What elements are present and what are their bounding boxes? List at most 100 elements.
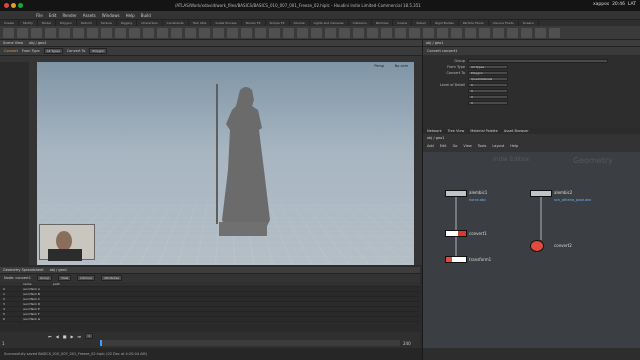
shelf-tool-icon[interactable]	[59, 28, 70, 38]
network-tab[interactable]: Network	[427, 129, 442, 133]
playhead[interactable]	[100, 340, 102, 346]
convert-to-select[interactable]: Polygon	[89, 48, 108, 54]
range-start[interactable]: 1	[2, 341, 5, 346]
play-icon[interactable]: ▶	[70, 334, 73, 339]
shelf-tool-icon[interactable]	[143, 28, 154, 38]
shelf-tool-icon[interactable]	[157, 28, 168, 38]
node-alembic2[interactable]	[530, 190, 552, 197]
viewport-path[interactable]: obj / geo1	[29, 41, 46, 45]
shelf-tool-icon[interactable]	[507, 28, 518, 38]
net-menu-tools[interactable]: Tools	[478, 144, 487, 148]
shelf-tab[interactable]: Volume	[290, 20, 310, 26]
convert-to-dropdown[interactable]: Polygon	[468, 71, 508, 75]
frame-scrubber[interactable]	[100, 340, 400, 346]
shelf-tool-icon[interactable]	[521, 28, 532, 38]
shelf-tab[interactable]: Particle Fluids	[459, 20, 489, 26]
column-header[interactable]	[0, 282, 20, 286]
shelf-tab[interactable]: Guide Process	[211, 20, 242, 26]
node-alembic1[interactable]	[445, 190, 467, 197]
params-path[interactable]: obj / geo1	[426, 41, 443, 45]
group-field[interactable]: Group	[36, 275, 53, 281]
shelf-tab[interactable]: Collisions	[349, 20, 372, 26]
stop-icon[interactable]: ■	[63, 334, 67, 339]
shelf-tool-icon[interactable]	[367, 28, 378, 38]
u-divisions-field[interactable]: 0	[468, 89, 508, 93]
shelf-tab[interactable]: Constraints	[163, 20, 189, 26]
node-convert2[interactable]	[530, 240, 544, 252]
last-frame-icon[interactable]: ⏭	[78, 334, 82, 339]
menu-render[interactable]: Render	[62, 13, 76, 18]
shelf-tab[interactable]: Particles	[372, 20, 394, 26]
lod-field[interactable]: 0	[468, 83, 508, 87]
shelf-tool-icon[interactable]	[353, 28, 364, 38]
shelf-tool-icon[interactable]	[45, 28, 56, 38]
menu-help[interactable]: Help	[126, 13, 135, 18]
viewport-tab[interactable]: Scene View	[3, 41, 23, 45]
shelf-tool-icon[interactable]	[255, 28, 266, 38]
menu-assets[interactable]: Assets	[83, 13, 96, 18]
shelf-tab[interactable]: Terrain FX	[242, 20, 266, 26]
view-menu[interactable]: View	[58, 275, 72, 281]
shelf-tool-icon[interactable]	[395, 28, 406, 38]
attributes-menu[interactable]: Attributes	[101, 275, 123, 281]
shelf-tool-icon[interactable]	[381, 28, 392, 38]
shelf-tool-icon[interactable]	[87, 28, 98, 38]
shelf-tab[interactable]: Hair Utils	[189, 20, 212, 26]
network-tab[interactable]: Material Palette	[470, 129, 497, 133]
net-menu-view[interactable]: View	[463, 144, 471, 148]
shelf-tab[interactable]: Grains	[393, 20, 413, 26]
connectivity-dropdown[interactable]: Quadrilaterals	[468, 77, 508, 81]
column-header[interactable]: path	[50, 282, 110, 286]
shelf-tab[interactable]: Oceans	[519, 20, 539, 26]
shelf-tool-icon[interactable]	[297, 28, 308, 38]
current-frame-field[interactable]: 1	[85, 333, 94, 339]
range-end[interactable]: 240	[403, 341, 411, 346]
menu-build[interactable]: Build	[141, 13, 151, 18]
net-menu-edit[interactable]: Edit	[440, 144, 447, 148]
shelf-tool-icon[interactable]	[129, 28, 140, 38]
from-type-select[interactable]: All Types	[43, 48, 63, 54]
table-row[interactable]: 6/ecc/Tank G	[0, 317, 420, 322]
shelf-tool-icon[interactable]	[73, 28, 84, 38]
shelf-tab[interactable]: Vellum	[412, 20, 432, 26]
group-input[interactable]	[468, 59, 608, 63]
network-path[interactable]: obj / geo1	[427, 136, 444, 140]
minimize-window-button[interactable]	[11, 3, 16, 8]
shelf-tool-icon[interactable]	[493, 28, 504, 38]
net-menu-add[interactable]: Add	[427, 144, 434, 148]
first-frame-icon[interactable]: ⏮	[48, 334, 52, 339]
shelf-tab[interactable]: Characters	[137, 20, 163, 26]
shelf-tool-icon[interactable]	[535, 28, 546, 38]
shelf-tab[interactable]: Deform	[77, 20, 97, 26]
network-canvas[interactable]: Indie Edition Geometry alembic1 horse.ab…	[423, 152, 640, 348]
intrinsic-menu[interactable]: Intrinsic	[77, 275, 96, 281]
shelf-tool-icon[interactable]	[3, 28, 14, 38]
shelf-tool-icon[interactable]	[325, 28, 336, 38]
menu-file[interactable]: File	[36, 13, 43, 18]
shelf-tool-icon[interactable]	[409, 28, 420, 38]
shelf-tool-icon[interactable]	[185, 28, 196, 38]
spreadsheet-tab[interactable]: Geometry Spreadsheet	[3, 268, 44, 272]
shelf-tool-icon[interactable]	[227, 28, 238, 38]
trim-field[interactable]: 0	[468, 101, 508, 105]
shelf-tool-icon[interactable]	[31, 28, 42, 38]
menu-edit[interactable]: Edit	[49, 13, 57, 18]
node-convert1[interactable]	[445, 230, 467, 237]
shelf-tool-icon[interactable]	[101, 28, 112, 38]
shelf-tab[interactable]: Rigging	[117, 20, 138, 26]
shelf-tool-icon[interactable]	[241, 28, 252, 38]
shelf-tool-icon[interactable]	[339, 28, 350, 38]
shelf-tab[interactable]: Lights and Cameras	[310, 20, 349, 26]
shelf-tool-icon[interactable]	[115, 28, 126, 38]
shelf-tool-icon[interactable]	[549, 28, 560, 38]
network-tab[interactable]: Tree View	[448, 129, 465, 133]
net-menu-layout[interactable]: Layout	[492, 144, 504, 148]
menu-windows[interactable]: Windows	[102, 13, 120, 18]
shelf-tool-icon[interactable]	[451, 28, 462, 38]
shelf-tool-icon[interactable]	[199, 28, 210, 38]
shelf-tool-icon[interactable]	[423, 28, 434, 38]
shelf-tab[interactable]: Model	[38, 20, 56, 26]
close-window-button[interactable]	[4, 3, 9, 8]
v-divisions-field[interactable]: 0	[468, 95, 508, 99]
shelf-tool-icon[interactable]	[269, 28, 280, 38]
